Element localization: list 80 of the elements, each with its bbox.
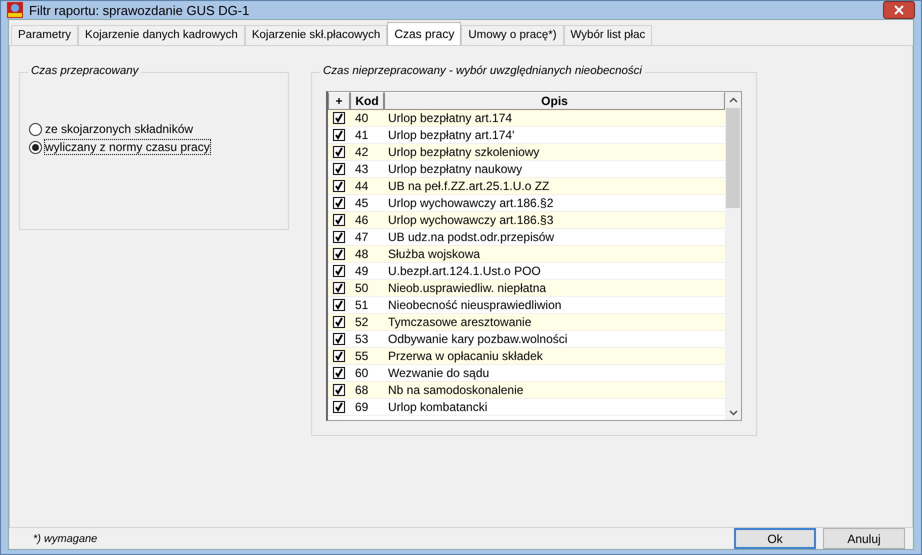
table-cell-text: Urlop bezpłatny art.174 (387, 110, 514, 126)
close-button[interactable] (883, 1, 915, 19)
table-cell-text: UB udz.na podst.odr.przepisów (387, 229, 556, 245)
table-cell-text: Tymczasowe aresztowanie (387, 314, 532, 330)
table-cell-text: 48 (354, 246, 370, 262)
checkbox[interactable] (333, 180, 345, 192)
table-cell-text: 43 (354, 161, 370, 177)
group-title: Czas nieprzepracowany - wybór uwzględnianych nieobecności (320, 65, 645, 77)
scroll-thumb[interactable] (726, 108, 740, 208)
checkbox[interactable] (333, 163, 345, 175)
dialog-button[interactable]: Ok (734, 528, 816, 549)
checkbox[interactable] (333, 265, 345, 277)
checkbox[interactable] (333, 401, 345, 413)
radio-button[interactable] (29, 140, 42, 154)
table-cell-text: 69 (354, 399, 370, 415)
table-cell-text: Urlop kombatancki (387, 399, 488, 415)
table-cell-text: 51 (354, 297, 370, 313)
checkbox[interactable] (333, 316, 345, 328)
column-header[interactable]: Opis (384, 92, 725, 110)
table-cell-text: Urlop bezpłatny art.174' (387, 127, 516, 143)
table-cell-text: 52 (354, 314, 370, 330)
table-cell-text: Nb na samodoskonalenie (387, 382, 524, 398)
tab[interactable]: Czas pracy (387, 22, 462, 45)
scrollbar[interactable] (725, 92, 741, 420)
table-cell-text: 68 (354, 382, 370, 398)
checkbox[interactable] (333, 282, 345, 294)
tab[interactable]: Kojarzenie skł.płacowych (244, 25, 388, 45)
table-cell-text: 41 (354, 127, 370, 143)
table-cell-text: Urlop wychowawczy art.186.§2 (387, 195, 554, 211)
radio-label[interactable]: ze skojarzonych składników (44, 121, 194, 137)
checkbox[interactable] (333, 231, 345, 243)
app-icon (7, 2, 23, 18)
checkbox[interactable] (333, 129, 345, 141)
table-cell-text: Wezwanie do sądu (387, 365, 490, 381)
checkbox[interactable] (333, 214, 345, 226)
table-cell-text: Urlop bezpłatny naukowy (387, 161, 524, 177)
checkbox[interactable] (333, 197, 345, 209)
table-cell-text: 42 (354, 144, 370, 160)
table-cell-text: Nieobecność nieusprawiedliwion (387, 297, 562, 313)
table-cell-text: Służba wojskowa (387, 246, 482, 262)
table-cell-text: UB na peł.f.ZZ.art.25.1.U.o ZZ (387, 178, 550, 194)
table-cell-text: 40 (354, 110, 370, 126)
checkbox[interactable] (333, 333, 345, 345)
table-cell-text: 50 (354, 280, 370, 296)
column-header[interactable]: + (328, 92, 350, 110)
table-cell-text: Nieob.usprawiedliw. niepłatna (387, 280, 548, 296)
window-title: Filtr raportu: sprawozdanie GUS DG-1 (29, 2, 250, 18)
checkbox[interactable] (333, 350, 345, 362)
table-cell-text: 55 (354, 348, 370, 364)
table-cell-text: 49 (354, 263, 370, 279)
checkbox[interactable] (333, 299, 345, 311)
table-cell-text: 60 (354, 365, 370, 381)
scroll-down-icon (728, 410, 738, 416)
tab[interactable]: Wybór list płac (564, 25, 652, 45)
required-note: *) wymagane (33, 532, 98, 544)
checkbox[interactable] (333, 367, 345, 379)
table-cell-text: 45 (354, 195, 370, 211)
table-cell-text: 53 (354, 331, 370, 347)
table-cell-text: 44 (354, 178, 370, 194)
checkbox[interactable] (333, 146, 345, 158)
checkbox[interactable] (333, 248, 345, 260)
table-cell-text: U.bezpł.art.124.1.Ust.o POO (387, 263, 542, 279)
tab[interactable]: Parametry (11, 25, 78, 45)
group-title: Czas przepracowany (28, 65, 142, 77)
tab[interactable]: Kojarzenie danych kadrowych (78, 25, 245, 45)
table-cell-text: Urlop bezpłatny szkoleniowy (387, 144, 540, 160)
table-cell-text: Odbywanie kary pozbaw.wolności (387, 331, 568, 347)
scroll-up-icon (728, 97, 738, 103)
tab[interactable]: Umowy o pracę*) (461, 25, 564, 45)
column-header[interactable]: Kod (350, 92, 384, 110)
table-cell-text: 47 (354, 229, 370, 245)
radio-button[interactable] (29, 122, 42, 136)
table-cell-text: Przerwa w opłacaniu składek (387, 348, 544, 364)
dialog-button[interactable]: Anuluj (823, 528, 905, 549)
close-icon (894, 5, 904, 15)
table-cell-text: Urlop wychowawczy art.186.§3 (387, 212, 554, 228)
checkbox[interactable] (333, 112, 345, 124)
table-cell-text: 46 (354, 212, 370, 228)
checkbox[interactable] (333, 384, 345, 396)
radio-label[interactable]: wyliczany z normy czasu pracy (44, 139, 211, 155)
